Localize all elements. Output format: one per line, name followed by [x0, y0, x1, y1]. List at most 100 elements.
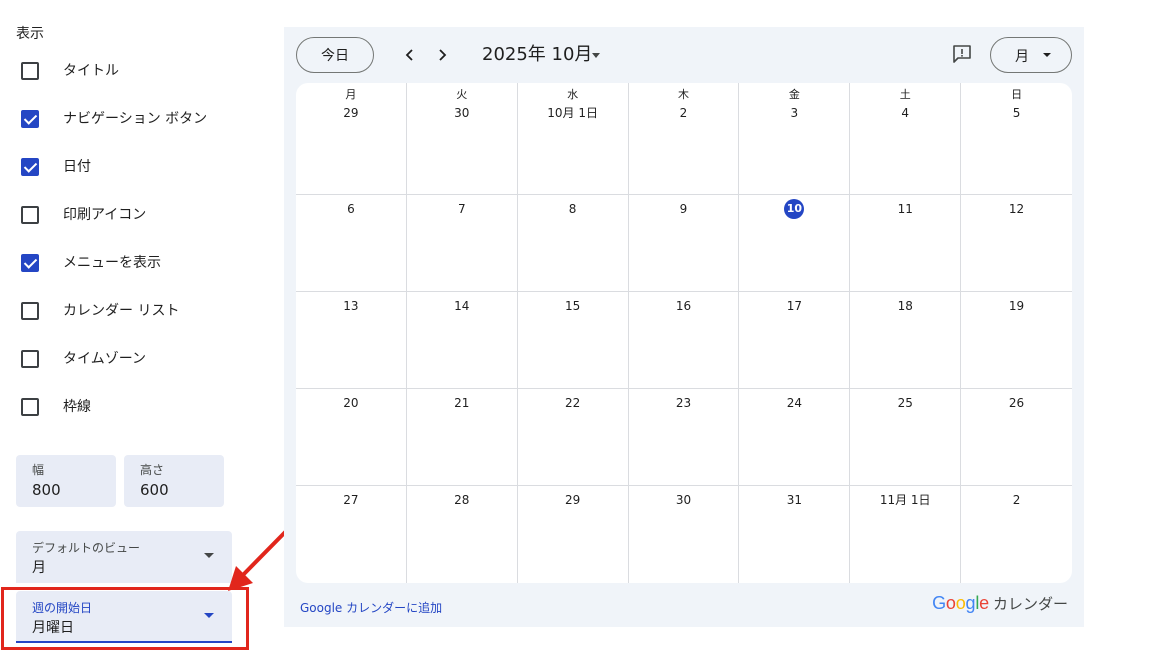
day-number[interactable]: 26	[1007, 393, 1027, 413]
feedback-icon[interactable]	[950, 42, 974, 66]
day-cell[interactable]: 27	[296, 486, 407, 583]
checkbox-date[interactable]	[21, 158, 39, 176]
day-cell[interactable]: 30	[629, 486, 740, 583]
day-cell[interactable]: 14	[406, 292, 518, 389]
day-cell[interactable]: 月 29	[296, 83, 407, 195]
day-number[interactable]: 12	[1007, 199, 1027, 219]
day-number[interactable]: 22	[563, 393, 583, 413]
day-number[interactable]: 30	[452, 103, 472, 123]
day-cell[interactable]: 11月 1日	[850, 486, 962, 583]
caret-down-icon[interactable]	[592, 53, 600, 58]
day-cell[interactable]: 土4	[850, 83, 962, 195]
day-number[interactable]: 17	[784, 296, 804, 316]
option-date[interactable]: 日付	[21, 157, 91, 177]
option-time-zone[interactable]: タイムゾーン	[21, 349, 146, 369]
day-number[interactable]: 30	[673, 490, 693, 510]
day-number[interactable]: 29	[563, 490, 583, 510]
day-cell[interactable]: 木2	[628, 83, 740, 195]
day-cell[interactable]: 15	[517, 292, 629, 389]
day-number[interactable]: 9	[673, 199, 693, 219]
option-border[interactable]: 枠線	[21, 397, 91, 417]
add-to-google-calendar-link[interactable]: Google カレンダーに追加	[300, 599, 442, 616]
day-number[interactable]: 21	[452, 393, 472, 413]
width-field[interactable]: 幅 800	[16, 455, 116, 507]
width-field-value[interactable]: 800	[32, 481, 61, 499]
day-cell[interactable]: 16	[628, 292, 740, 389]
day-cell[interactable]: 26	[961, 389, 1072, 486]
day-number[interactable]: 10	[784, 199, 805, 219]
day-cell[interactable]: 8	[517, 195, 629, 292]
day-number[interactable]: 6	[341, 199, 361, 219]
checkbox-calendar-list[interactable]	[21, 302, 39, 320]
day-number[interactable]: 27	[341, 490, 361, 510]
view-switcher-button[interactable]: 月	[990, 37, 1072, 73]
day-cell[interactable]: 水 10月 1日	[517, 83, 629, 195]
day-cell[interactable]: 2	[961, 486, 1072, 583]
day-cell[interactable]: 24	[739, 389, 851, 486]
checkbox-print-icon[interactable]	[21, 206, 39, 224]
day-number[interactable]: 13	[341, 296, 361, 316]
day-number[interactable]: 10月 1日	[547, 103, 598, 123]
day-number[interactable]: 4	[895, 103, 915, 123]
day-number[interactable]: 2	[1007, 490, 1027, 510]
today-button[interactable]: 今日	[296, 37, 374, 73]
checkbox-border[interactable]	[21, 398, 39, 416]
day-number[interactable]: 11月 1日	[880, 490, 931, 510]
checkbox-navigation-buttons[interactable]	[21, 110, 39, 128]
day-number[interactable]: 15	[563, 296, 583, 316]
day-cell[interactable]: 13	[296, 292, 407, 389]
day-number[interactable]: 5	[1007, 103, 1027, 123]
day-cell[interactable]: 18	[850, 292, 962, 389]
google-calendar-logo[interactable]: Google カレンダー	[932, 593, 1068, 614]
default-view-select[interactable]: デフォルトのビュー 月	[16, 531, 232, 583]
day-cell[interactable]: 29	[518, 486, 629, 583]
day-number[interactable]: 11	[895, 199, 915, 219]
checkbox-title[interactable]	[21, 62, 39, 80]
day-number[interactable]: 31	[784, 490, 804, 510]
day-number[interactable]: 25	[895, 393, 915, 413]
day-number[interactable]: 23	[673, 393, 693, 413]
day-cell[interactable]: 12	[961, 195, 1072, 292]
day-number[interactable]: 16	[673, 296, 693, 316]
day-cell[interactable]: 11	[850, 195, 962, 292]
day-cell[interactable]: 7	[406, 195, 518, 292]
day-cell[interactable]: 日5	[961, 83, 1072, 195]
option-title[interactable]: タイトル	[21, 61, 119, 81]
day-cell[interactable]: 金3	[739, 83, 851, 195]
day-number[interactable]: 28	[452, 490, 472, 510]
day-cell[interactable]: 21	[406, 389, 518, 486]
day-number[interactable]: 14	[452, 296, 472, 316]
option-calendar-list[interactable]: カレンダー リスト	[21, 301, 179, 321]
day-cell[interactable]: 31	[739, 486, 851, 583]
day-number[interactable]: 7	[452, 199, 472, 219]
day-cell[interactable]: 10	[739, 195, 851, 292]
day-cell[interactable]: 22	[517, 389, 629, 486]
day-cell[interactable]: 20	[296, 389, 407, 486]
day-cell[interactable]: 19	[961, 292, 1072, 389]
day-number[interactable]: 3	[784, 103, 804, 123]
checkbox-time-zone[interactable]	[21, 350, 39, 368]
day-number[interactable]: 29	[341, 103, 361, 123]
week-start-select[interactable]: 週の開始日 月曜日	[16, 591, 232, 643]
height-field[interactable]: 高さ 600	[124, 455, 224, 507]
day-number[interactable]: 8	[563, 199, 583, 219]
day-cell[interactable]: 17	[739, 292, 851, 389]
option-show-menu[interactable]: メニューを表示	[21, 253, 161, 273]
day-number[interactable]: 20	[341, 393, 361, 413]
day-cell[interactable]: 28	[407, 486, 518, 583]
day-cell[interactable]: 9	[628, 195, 740, 292]
chevron-right-icon[interactable]	[428, 41, 456, 69]
option-print-icon[interactable]: 印刷アイコン	[21, 205, 146, 225]
day-cell[interactable]: 6	[296, 195, 407, 292]
height-field-value[interactable]: 600	[140, 481, 169, 499]
day-number[interactable]: 18	[895, 296, 915, 316]
day-cell[interactable]: 25	[850, 389, 962, 486]
day-number[interactable]: 24	[784, 393, 804, 413]
option-navigation-buttons[interactable]: ナビゲーション ボタン	[21, 109, 207, 129]
chevron-left-icon[interactable]	[396, 41, 424, 69]
day-number[interactable]: 2	[673, 103, 693, 123]
calendar-month-title[interactable]: 2025年 10月	[482, 41, 592, 69]
day-cell[interactable]: 23	[628, 389, 740, 486]
checkbox-show-menu[interactable]	[21, 254, 39, 272]
day-cell[interactable]: 火 30	[406, 83, 518, 195]
